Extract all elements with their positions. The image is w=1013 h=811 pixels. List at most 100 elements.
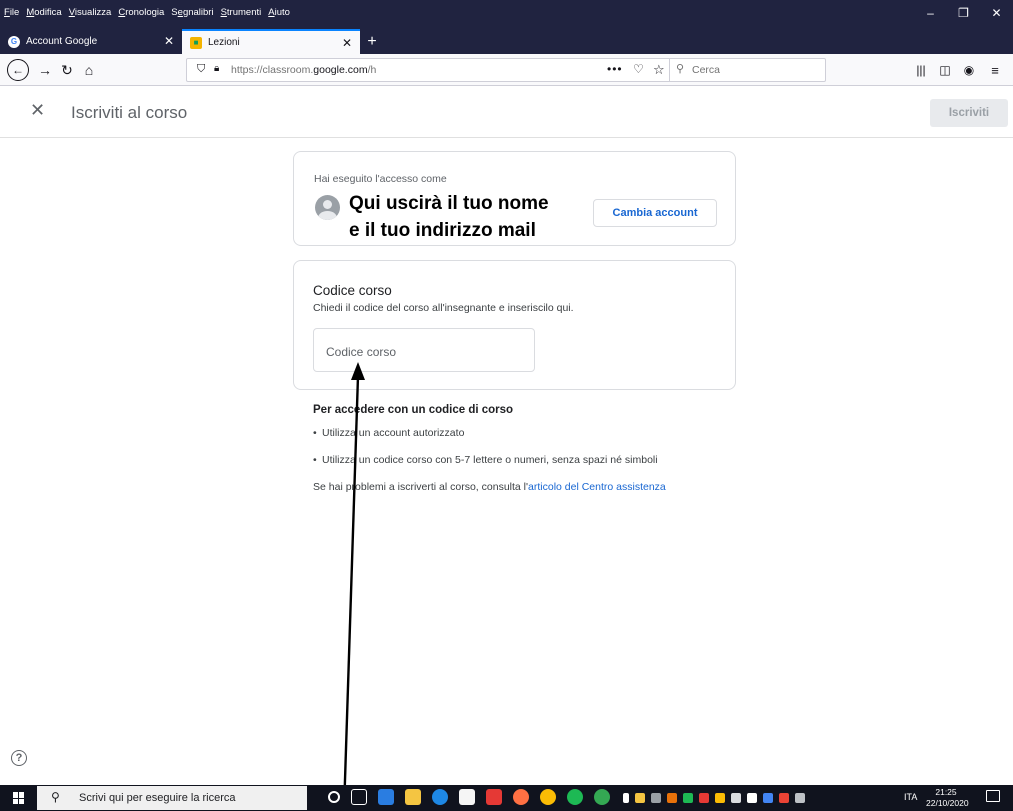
teamviewer-icon[interactable] [432, 789, 448, 805]
search-placeholder: Cerca [692, 64, 721, 76]
menu-visualizza[interactable]: Visualizza [69, 7, 112, 19]
office-icon[interactable] [486, 789, 502, 805]
tab-lezioni[interactable]: ■ Lezioni ✕ [182, 29, 360, 54]
notification-icon[interactable] [986, 790, 1000, 802]
cortana-icon[interactable] [328, 791, 340, 803]
tab-label: Account Google [26, 36, 98, 47]
store-icon[interactable] [459, 789, 475, 805]
browser-titlebar: File Modifica Visualizza Cronologia Segn… [0, 0, 1013, 54]
tray-app-icon[interactable] [635, 793, 645, 803]
google-favicon-icon: G [8, 35, 20, 48]
classroom-favicon-icon: ■ [190, 36, 202, 49]
chevron-up-icon[interactable] [623, 793, 629, 803]
menu-aiuto[interactable]: Aiuto [268, 7, 290, 19]
help-title: Per accedere con un codice di corso [313, 404, 514, 416]
search-icon: ⚲ [51, 790, 60, 804]
avatar [315, 195, 340, 220]
course-code-title: Codice corso [313, 283, 392, 298]
pocket-icon[interactable]: ♡ [633, 62, 644, 76]
forward-arrow-icon[interactable]: → [37, 60, 53, 80]
window-controls: – ❐ ✕ [914, 0, 1013, 25]
account-card: Hai eseguito l'accesso come Qui uscirà i… [293, 151, 736, 246]
close-tab-icon[interactable]: ✕ [164, 34, 174, 48]
close-icon[interactable]: ✕ [30, 100, 45, 121]
annotation-line-2: e il tuo indirizzo mail [349, 220, 536, 241]
library-icon[interactable]: ||| [913, 60, 929, 80]
menu-segnalibri[interactable]: Segnalibri [171, 7, 213, 19]
search-icon: ⚲ [676, 63, 685, 75]
course-code-input[interactable]: Codice corso [313, 328, 535, 372]
clock-time: 21:25 [935, 787, 957, 797]
avatar-head [323, 200, 332, 209]
help-footer: Se hai problemi a iscriverti al corso, c… [313, 481, 666, 493]
account-name-annotation: Qui uscirà il tuo nome e il tuo indirizz… [349, 190, 609, 244]
signed-in-label: Hai eseguito l'accesso come [314, 173, 447, 185]
menu-cronologia[interactable]: Cronologia [118, 7, 164, 19]
spotify-icon[interactable] [567, 789, 583, 805]
account-icon[interactable]: ◉ [961, 60, 977, 80]
new-tab-button[interactable]: + [360, 29, 384, 54]
taskbar-clock[interactable]: 21:25 22/10/2020 [926, 787, 969, 809]
join-button[interactable]: Iscriviti [930, 99, 1008, 127]
tab-label: Lezioni [208, 37, 240, 48]
onedrive-icon[interactable] [747, 793, 757, 803]
course-code-card: Codice corso Chiedi il codice del corso … [293, 260, 736, 390]
chrome-alt-icon[interactable] [594, 789, 610, 805]
bookmark-star-icon[interactable]: ☆ [653, 62, 665, 78]
sidebar-icon[interactable]: ◫ [937, 60, 953, 80]
menu-hamburger-icon[interactable]: ≡ [986, 60, 1004, 80]
url-bar[interactable]: ⛉ 🔒︎ https://classroom.google.com/h ••• … [186, 58, 826, 82]
help-list-item: Utilizza un codice corso con 5-7 lettere… [313, 454, 733, 466]
tray-app-icon[interactable] [779, 793, 789, 803]
menu-strumenti[interactable]: Strumenti [221, 7, 262, 19]
tab-account-google[interactable]: G Account Google ✕ [0, 29, 182, 54]
help-center-link[interactable]: articolo del Centro assistenza [528, 481, 666, 493]
help-icon[interactable]: ? [11, 750, 27, 766]
classroom-header: ✕ Iscriviti al corso Iscriviti [0, 86, 1013, 138]
home-icon[interactable]: ⌂ [81, 60, 97, 80]
taskbar-search-input[interactable]: ⚲ Scrivi qui per eseguire la ricerca [37, 786, 307, 810]
file-explorer-icon[interactable] [405, 789, 421, 805]
menu-bar: File Modifica Visualizza Cronologia Segn… [0, 0, 297, 25]
menu-modifica[interactable]: Modifica [26, 7, 61, 19]
reload-icon[interactable]: ↻ [59, 60, 75, 80]
tracking-shield-icon[interactable]: ⛉ [197, 63, 205, 76]
windows-start-icon[interactable] [13, 792, 25, 804]
app-icon[interactable] [378, 789, 394, 805]
tray-app-icon[interactable] [715, 793, 725, 803]
taskbar-pinned-apps [328, 789, 621, 807]
tray-app-icon[interactable] [651, 793, 661, 803]
tab-strip: G Account Google ✕ ■ Lezioni ✕ + [0, 29, 384, 54]
minimize-button[interactable]: – [914, 0, 947, 25]
tray-app-icon[interactable] [667, 793, 677, 803]
close-window-button[interactable]: ✕ [980, 0, 1013, 25]
taskbar-search-placeholder: Scrivi qui per eseguire la ricerca [79, 792, 236, 804]
maximize-button[interactable]: ❐ [947, 0, 980, 25]
navigation-toolbar: ← → ↻ ⌂ ⛉ 🔒︎ https://classroom.google.co… [0, 54, 1013, 86]
windows-taskbar: ⚲ Scrivi qui per eseguire la ricerca ITA… [0, 785, 1013, 811]
system-tray [620, 789, 808, 803]
clock-date: 22/10/2020 [926, 798, 969, 808]
language-indicator[interactable]: ITA [904, 792, 917, 802]
tray-app-icon[interactable] [683, 793, 693, 803]
screen: File Modifica Visualizza Cronologia Segn… [0, 0, 1013, 811]
lock-icon[interactable]: 🔒︎ [214, 63, 219, 74]
url-text[interactable]: https://classroom.google.com/h [231, 64, 376, 76]
tray-app-icon[interactable] [699, 793, 709, 803]
help-section: Per accedere con un codice di corso Util… [313, 404, 733, 493]
task-view-icon[interactable] [351, 789, 367, 805]
avatar-body [318, 211, 337, 220]
course-code-description: Chiedi il codice del corso all'insegnant… [313, 302, 574, 314]
tray-app-icon[interactable] [763, 793, 773, 803]
firefox-icon[interactable] [513, 789, 529, 805]
volume-icon[interactable] [731, 793, 741, 803]
back-arrow-icon[interactable]: ← [7, 59, 29, 81]
network-icon[interactable] [795, 793, 805, 803]
page-title: Iscriviti al corso [71, 103, 188, 122]
search-input[interactable]: ⚲ Cerca [669, 59, 827, 81]
switch-account-button[interactable]: Cambia account [593, 199, 717, 227]
page-actions-icon[interactable]: ••• [607, 62, 623, 76]
chrome-icon[interactable] [540, 789, 556, 805]
menu-file[interactable]: File [4, 7, 19, 19]
close-tab-icon[interactable]: ✕ [342, 36, 352, 50]
